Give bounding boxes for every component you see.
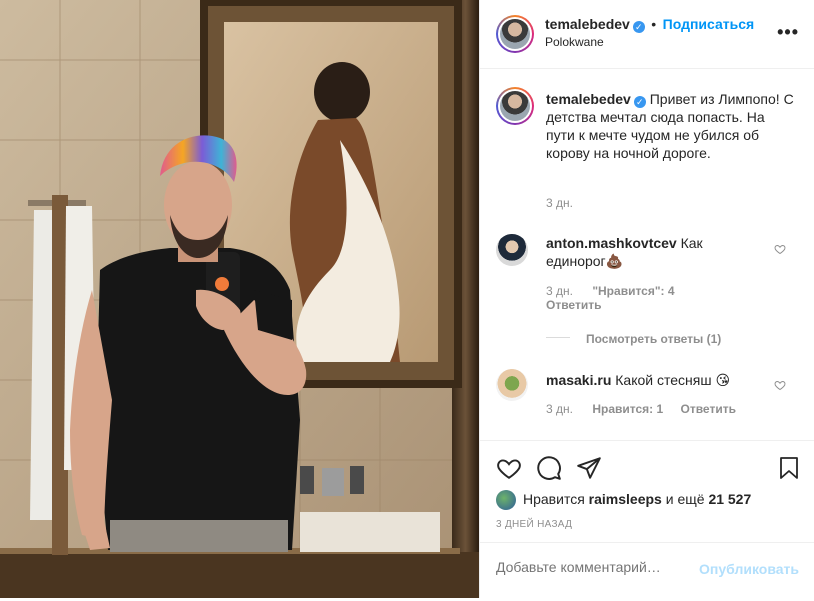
caption: temalebedev ✓ Привет из Лимпопо! С детств… [546,90,796,162]
reply-button[interactable]: Ответить [546,298,601,312]
share-paper-plane-icon[interactable] [576,455,602,481]
comment-likes[interactable]: Нравится: 1 [592,402,663,416]
comment-avatar[interactable] [496,234,528,266]
comment-username[interactable]: anton.mashkovtcev [546,235,677,251]
like-heart-icon[interactable] [496,455,522,481]
mirror-selfie-image [0,0,479,598]
location-link[interactable]: Polokwane [545,35,604,49]
likes-count[interactable]: 21 527 [708,491,751,507]
likes-middle: и ещё [665,491,705,507]
comment-item: anton.mashkovtcev Как единорог💩 [546,234,766,270]
author-username[interactable]: temalebedev [545,16,630,32]
follow-button[interactable]: Подписаться [663,16,755,32]
post-photo[interactable] [0,0,479,598]
post-side-panel: temalebedev ✓ • Подписаться Polokwane •••… [479,0,814,598]
verified-badge-icon: ✓ [633,96,646,108]
comment-likes[interactable]: "Нравится": 4 [592,284,674,298]
more-dots-icon[interactable]: ••• [777,22,799,43]
author-avatar[interactable] [496,15,534,53]
save-bookmark-icon[interactable] [777,455,801,481]
verified-badge-icon: ✓ [632,21,645,33]
comment-like-heart-icon[interactable] [774,243,786,255]
comment-item: masaki.ru Какой стесняш 😘 [546,371,766,389]
post-timestamp[interactable]: 3 ДНЕЙ НАЗАД [496,519,572,530]
post-comment-button[interactable]: Опубликовать [699,561,799,577]
add-comment-bar: Опубликовать [480,542,814,598]
comment-like-heart-icon[interactable] [774,379,786,391]
likes-prefix: Нравится [523,491,585,507]
liker-avatar[interactable] [496,490,516,510]
comment-bubble-icon[interactable] [536,455,562,481]
reply-button[interactable]: Ответить [681,402,736,416]
caption-username[interactable]: temalebedev [546,91,631,107]
comment-time[interactable]: 3 дн. [546,284,573,298]
comment-avatar[interactable] [496,369,528,401]
view-replies-button[interactable]: Посмотреть ответы (1) [586,332,721,346]
add-comment-input[interactable] [496,559,686,575]
caption-avatar[interactable] [496,87,534,125]
caption-time[interactable]: 3 дн. [546,196,573,210]
likes-user[interactable]: raimsleeps [589,491,662,507]
likes-summary[interactable]: Нравится raimsleeps и ещё 21 527 [523,491,751,507]
comment-text: Какой стесняш 😘 [615,372,731,388]
post-header: temalebedev ✓ • Подписаться Polokwane ••• [480,0,814,69]
separator-dot: • [651,16,657,32]
comment-time[interactable]: 3 дн. [546,402,573,416]
comment-username[interactable]: masaki.ru [546,372,611,388]
replies-divider [546,337,570,338]
